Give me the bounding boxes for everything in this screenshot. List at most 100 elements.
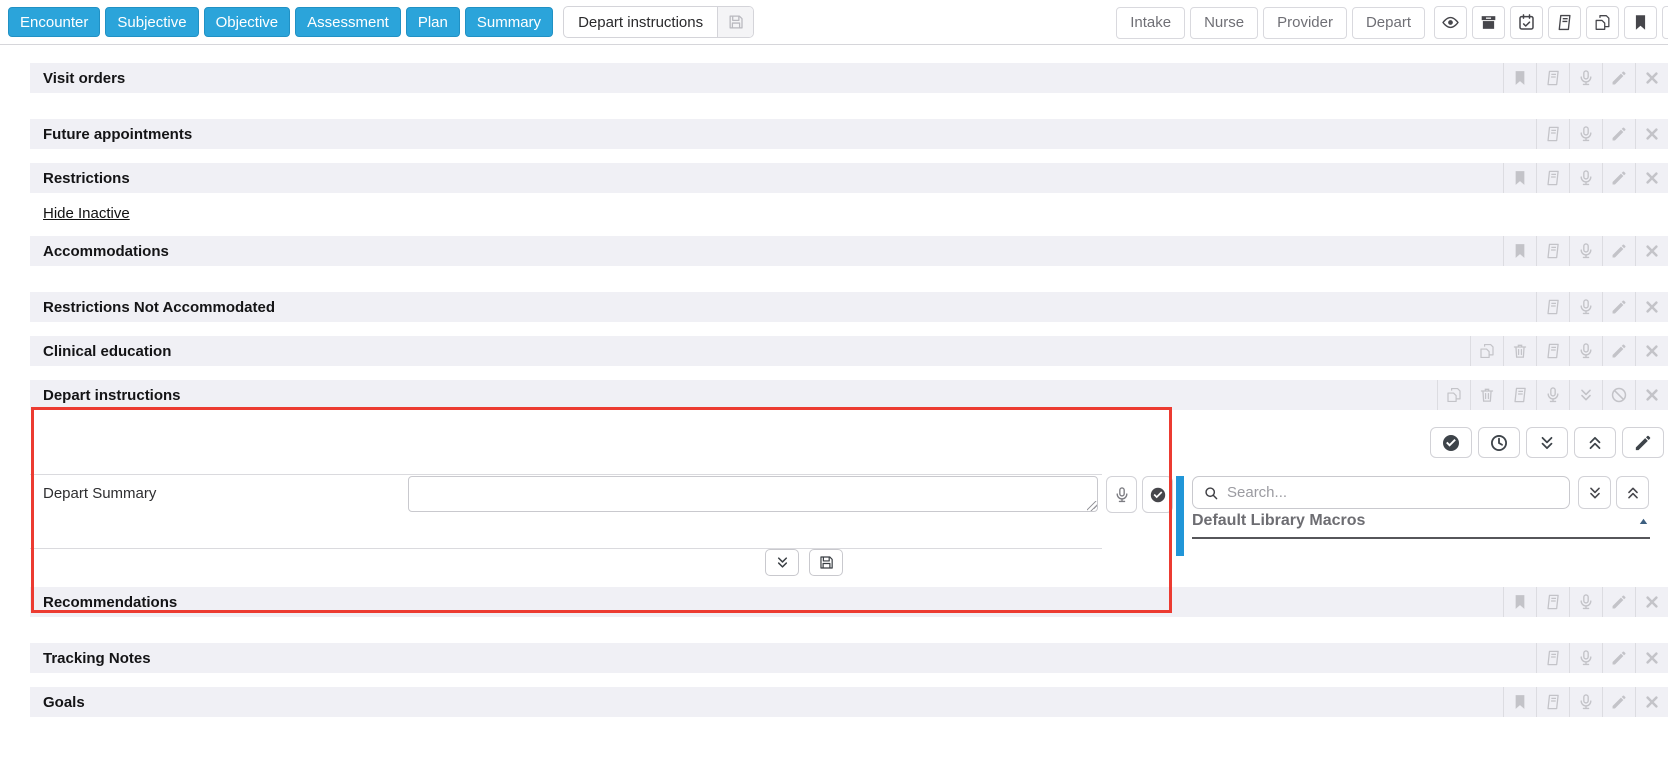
section-copy-button[interactable] — [1437, 380, 1470, 410]
toolbar-eye-button[interactable] — [1434, 6, 1467, 39]
section-close-button[interactable] — [1635, 63, 1668, 93]
section-close-button[interactable] — [1635, 587, 1668, 617]
toolbar-copy-button[interactable] — [1586, 6, 1619, 39]
section-pencil-button[interactable] — [1602, 643, 1635, 673]
section-pencil-button[interactable] — [1602, 163, 1635, 193]
section-header[interactable]: Depart instructions — [30, 380, 1668, 410]
section-pencil-button[interactable] — [1602, 63, 1635, 93]
section-close-button[interactable] — [1635, 687, 1668, 717]
section-mic-button[interactable] — [1569, 163, 1602, 193]
section-bookmark-button[interactable] — [1503, 236, 1536, 266]
section-book-button[interactable] — [1536, 643, 1569, 673]
section-pencil-button[interactable] — [1602, 687, 1635, 717]
section-book-button[interactable] — [1536, 163, 1569, 193]
section-close-button[interactable] — [1635, 119, 1668, 149]
section-pencil-button[interactable] — [1602, 292, 1635, 322]
panel-clock-button[interactable] — [1478, 427, 1520, 458]
section-close-button[interactable] — [1635, 380, 1668, 410]
footer-save-button[interactable] — [809, 549, 843, 576]
nav-subjective-button[interactable]: Subjective — [105, 7, 199, 37]
section-header[interactable]: Clinical education — [30, 336, 1668, 366]
panel-check-circle-button[interactable] — [1430, 427, 1472, 458]
nav-objective-button[interactable]: Objective — [203, 7, 291, 37]
hide-inactive-link[interactable]: Hide Inactive — [43, 205, 130, 222]
toolbar-bookmark-button[interactable] — [1624, 6, 1657, 39]
document-save-button[interactable] — [717, 7, 754, 37]
role-depart-button[interactable]: Depart — [1351, 6, 1425, 39]
section-book-button[interactable] — [1536, 292, 1569, 322]
section-mic-button[interactable] — [1569, 643, 1602, 673]
section-header[interactable]: Accommodations — [30, 236, 1668, 266]
footer-chevrons-down-button[interactable] — [765, 549, 799, 576]
section-copy-button[interactable] — [1470, 336, 1503, 366]
section-book-button[interactable] — [1536, 687, 1569, 717]
nav-button-group: Encounter Subjective Objective Assessment Pl… — [8, 7, 554, 37]
summary-check-circle-button[interactable] — [1142, 476, 1173, 513]
section-mic-button[interactable] — [1536, 380, 1569, 410]
section-close-button[interactable] — [1635, 292, 1668, 322]
section-pencil-button[interactable] — [1602, 336, 1635, 366]
section-book-button[interactable] — [1536, 63, 1569, 93]
section-book-button[interactable] — [1536, 236, 1569, 266]
section-pencil-button[interactable] — [1602, 587, 1635, 617]
depart-summary-input[interactable] — [408, 476, 1098, 512]
section-mic-button[interactable] — [1569, 587, 1602, 617]
section-mic-button[interactable] — [1569, 292, 1602, 322]
section-bookmark-button[interactable] — [1503, 63, 1536, 93]
close-icon — [1643, 125, 1661, 143]
section-mic-button[interactable] — [1569, 336, 1602, 366]
section-header[interactable]: Recommendations — [30, 587, 1668, 617]
section-mic-button[interactable] — [1569, 63, 1602, 93]
section-mic-button[interactable] — [1569, 687, 1602, 717]
section-bookmark-button[interactable] — [1503, 687, 1536, 717]
macro-search-input[interactable] — [1227, 484, 1559, 501]
section-header[interactable]: Restrictions Not Accommodated — [30, 292, 1668, 322]
section-trash-button[interactable] — [1470, 380, 1503, 410]
section-book-button[interactable] — [1536, 587, 1569, 617]
section-close-button[interactable] — [1635, 336, 1668, 366]
section-mic-button[interactable] — [1569, 119, 1602, 149]
toolbar-book-button[interactable] — [1548, 6, 1581, 39]
section-header[interactable]: Goals — [30, 687, 1668, 717]
section-close-button[interactable] — [1635, 236, 1668, 266]
section-bookmark-button[interactable] — [1503, 163, 1536, 193]
macro-group-header[interactable]: Default Library Macros — [1192, 512, 1650, 539]
section-trash-button[interactable] — [1503, 336, 1536, 366]
section-chevrons-down-button[interactable] — [1569, 380, 1602, 410]
section-book-button[interactable] — [1536, 336, 1569, 366]
nav-plan-button[interactable]: Plan — [405, 7, 460, 37]
section-book-button[interactable] — [1536, 119, 1569, 149]
section-header[interactable]: Restrictions — [30, 163, 1668, 193]
panel-pencil-button[interactable] — [1622, 427, 1664, 458]
toolbar-gear-button[interactable] — [1662, 6, 1668, 39]
section-prohibit-button[interactable] — [1602, 380, 1635, 410]
section-bookmark-button[interactable] — [1503, 587, 1536, 617]
section-pencil-button[interactable] — [1602, 236, 1635, 266]
copy-icon — [1445, 386, 1463, 404]
pencil-icon — [1633, 433, 1653, 453]
nav-encounter-button[interactable]: Encounter — [8, 7, 101, 37]
role-nurse-button[interactable]: Nurse — [1190, 6, 1259, 39]
section-book-button[interactable] — [1503, 380, 1536, 410]
clock-icon — [1489, 433, 1509, 453]
section-pencil-button[interactable] — [1602, 119, 1635, 149]
section-close-button[interactable] — [1635, 163, 1668, 193]
nav-summary-button[interactable]: Summary — [464, 7, 554, 37]
check-circle-icon — [1149, 486, 1167, 504]
nav-assessment-button[interactable]: Assessment — [295, 7, 401, 37]
summary-mic-button[interactable] — [1106, 476, 1137, 513]
section-header[interactable]: Visit orders — [30, 63, 1668, 93]
panel-chevrons-up-button[interactable] — [1574, 427, 1616, 458]
section-header[interactable]: Future appointments — [30, 119, 1668, 149]
section-header[interactable]: Tracking Notes — [30, 643, 1668, 673]
section-mic-button[interactable] — [1569, 236, 1602, 266]
macro-chevrons-down-button[interactable] — [1578, 476, 1611, 509]
macro-chevrons-up-button[interactable] — [1616, 476, 1649, 509]
section-close-button[interactable] — [1635, 643, 1668, 673]
toolbar-archive-button[interactable] — [1472, 6, 1505, 39]
role-intake-button[interactable]: Intake — [1116, 6, 1186, 39]
document-title-button[interactable]: Depart instructions — [564, 7, 717, 37]
toolbar-calendar-check-button[interactable] — [1510, 6, 1543, 39]
role-provider-button[interactable]: Provider — [1263, 6, 1347, 39]
panel-chevrons-down-button[interactable] — [1526, 427, 1568, 458]
